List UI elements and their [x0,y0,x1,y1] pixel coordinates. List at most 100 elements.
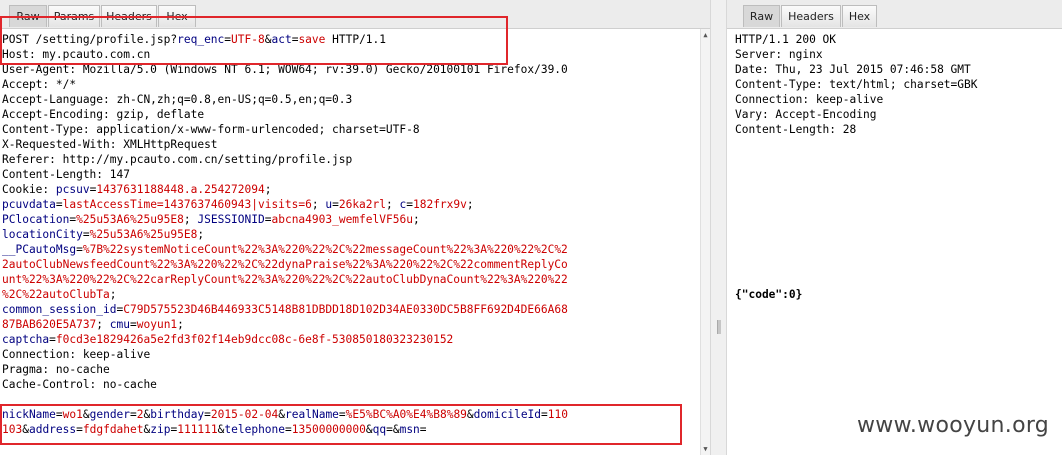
response-line: Vary: Accept-Encoding [735,108,877,121]
request-line: PClocation=%25u53A6%25u95E8; JSESSIONID=… [2,212,420,227]
request-line: Accept-Language: zh-CN,zh;q=0.8,en-US;q=… [2,92,352,107]
param-name: act [271,33,292,46]
request-text: = [49,333,56,346]
param-name: address [28,423,77,436]
request-text: ; [386,198,400,211]
request-text: = [332,198,339,211]
request-line: Cache-Control: no-cache [2,377,157,392]
param-value: 182frx9v [412,198,467,211]
watermark: www.wooyun.org [857,413,1050,438]
response-line: HTTP/1.1 200 OK [735,33,837,46]
request-text: = [130,318,137,331]
request-text: POST /setting/profile.jsp? [2,33,178,46]
request-text: =& [386,423,400,436]
request-text: User-Agent: Mozilla/5.0 (Windows NT 6.1;… [2,63,568,76]
param-name: qq [372,423,387,436]
param-value: 13500000000 [291,423,366,436]
request-text: Cache-Control: no-cache [2,378,157,391]
response-line: Content-Length: 28 [735,123,857,136]
tab-raw[interactable]: Raw [9,5,47,27]
request-text: = [76,423,83,436]
param-value: f0cd3e1829426a5e2fd3f02f14eb9dcc08c-6e8f… [55,333,454,346]
request-text: ; [311,198,326,211]
request-text: Accept-Encoding: gzip, deflate [2,108,205,121]
request-text: = [130,408,137,421]
request-text: X-Requested-With: XMLHttpRequest [2,138,218,151]
param-value: %25u53A6%25u95E8 [89,228,198,241]
request-text: ; [177,318,184,331]
param-value: C79D575523D46B446933C5148B81DBDD18D102D3… [123,303,568,316]
request-pane: Raw Params Headers Hex POST /setting/pro… [0,0,710,455]
pane-splitter[interactable] [710,0,727,455]
param-value: 87BAB620E5A737 [2,318,97,331]
param-name: birthday [150,408,205,421]
param-name: domicileId [473,408,542,421]
scroll-up-icon[interactable]: ▲ [702,31,709,39]
tab-hex[interactable]: Hex [842,5,877,27]
request-line: pcuvdata=lastAccessTime=1437637460943|vi… [2,197,474,212]
param-name: cmu [109,318,130,331]
param-value: abcna4903_wemfelVF56u [271,213,413,226]
request-text: ; [466,198,474,211]
param-value: %2C%22autoClubTa [2,288,110,301]
request-text: ; [264,183,272,196]
request-text: = [55,198,63,211]
request-text: Content-Type: application/x-www-form-url… [2,123,420,136]
request-text: = [285,423,292,436]
request-text: = [82,228,90,241]
request-line: 87BAB620E5A737; cmu=woyun1; [2,317,184,332]
tab-hex[interactable]: Hex [158,5,196,27]
request-line: __PCautoMsg=%7B%22systemNoticeCount%22%3… [2,242,568,257]
request-line: Accept-Encoding: gzip, deflate [2,107,204,122]
response-line: Server: nginx [735,48,823,61]
param-name: msn [399,423,420,436]
param-value: UTF-8 [231,33,265,46]
splitter-grip-icon[interactable] [717,320,721,334]
request-line: POST /setting/profile.jsp?req_enc=UTF-8&… [2,32,386,47]
param-value: 111111 [177,423,218,436]
request-text: = [204,408,211,421]
param-name: JSESSIONID [197,213,265,226]
tab-params[interactable]: Params [48,5,100,27]
param-value: 2autoClubNewsfeedCount%22%3A%220%22%2C%2… [2,258,568,271]
param-value: 2 [136,408,144,421]
request-line: X-Requested-With: XMLHttpRequest [2,137,218,152]
tab-headers[interactable]: Headers [781,5,841,27]
request-text: = [541,408,548,421]
param-value: 2015-02-04 [210,408,279,421]
request-text: Content-Length: 147 [2,168,130,181]
request-editor[interactable]: POST /setting/profile.jsp?req_enc = UTF-8 &… [0,29,710,455]
request-line: Host: my.pcauto.com.cn [2,47,150,62]
response-tab-bar: Raw Headers Hex [727,0,1062,29]
request-line: Accept: */* [2,77,76,92]
param-value: unt%22%3A%220%22%2C%22carReplyCount%22%3… [2,273,568,286]
request-text: & [22,423,29,436]
param-name: realName [285,408,339,421]
request-text: = [76,243,83,256]
request-text: = [419,423,427,436]
param-value: %E5%BC%A0%E4%B8%89 [345,408,467,421]
request-text: ; [96,318,110,331]
request-line: Content-Length: 147 [2,167,130,182]
request-line: 103&address=fdgfdahet&zip=111111&telepho… [2,422,427,437]
param-name: gender [89,408,131,421]
param-value: woyun1 [136,318,178,331]
response-editor[interactable]: {"code":0} HTTP/1.1 200 OK Server: nginx D… [727,29,1062,455]
param-name: pcsuv [55,183,90,196]
param-value: %7B%22systemNoticeCount%22%3A%220%22%2C%… [82,243,568,256]
request-line: locationCity=%25u53A6%25u95E8; [2,227,204,242]
request-scrollbar[interactable]: ▲ ▼ [700,29,710,455]
param-value: wo1 [62,408,83,421]
request-line: User-Agent: Mozilla/5.0 (Windows NT 6.1;… [2,62,568,77]
param-name: zip [150,423,171,436]
param-name: common_session_id [2,303,117,316]
request-text: Referer: http://my.pcauto.com.cn/setting… [2,153,353,166]
request-line: common_session_id=C79D575523D46B446933C5… [2,302,568,317]
request-line: Pragma: no-cache [2,362,110,377]
tab-headers[interactable]: Headers [101,5,157,27]
request-text: ; [183,213,198,226]
scroll-down-icon[interactable]: ▼ [702,445,709,453]
tab-raw[interactable]: Raw [743,5,780,27]
param-name: captcha [2,333,50,346]
request-text: Pragma: no-cache [2,363,110,376]
